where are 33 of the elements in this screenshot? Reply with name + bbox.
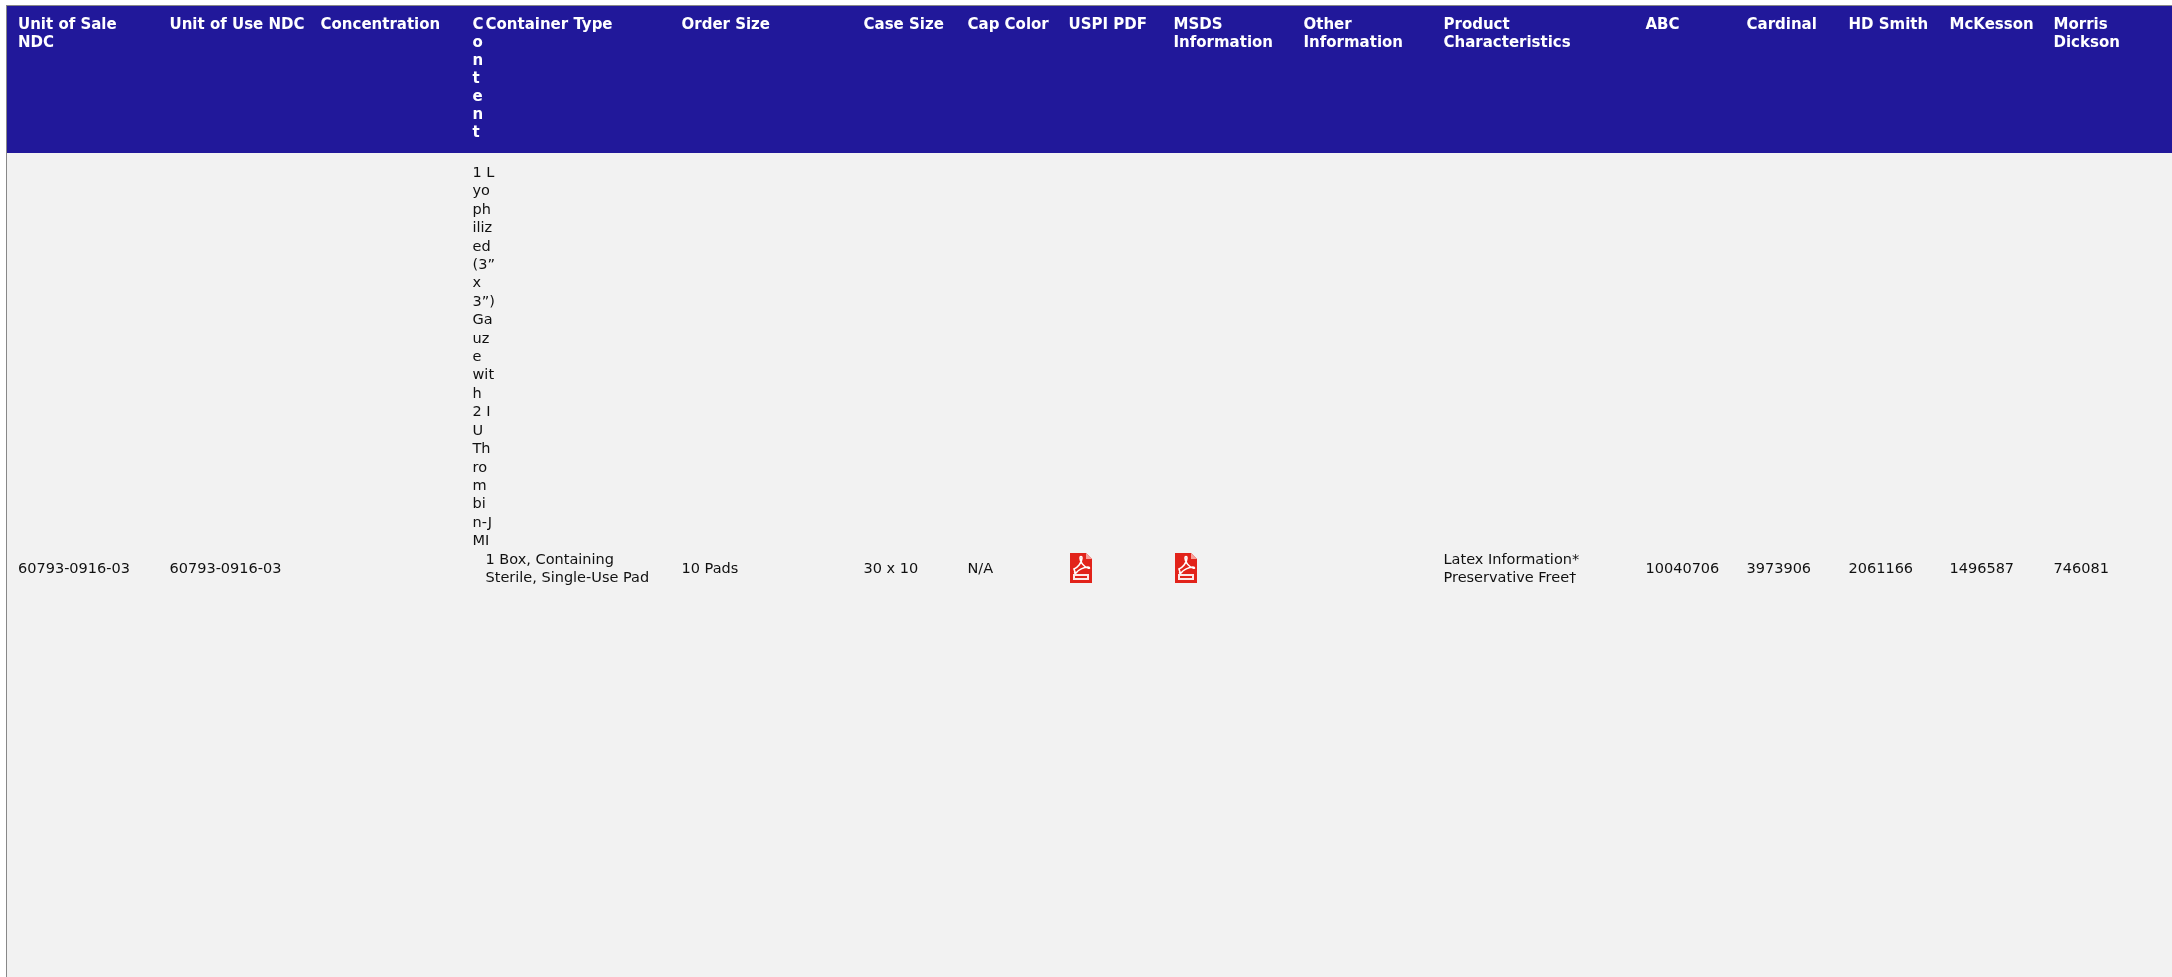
table-cell-text: 10040706 [1645,559,1720,576]
pdf-file-icon[interactable] [1068,552,1093,584]
column-header: MSDS Information [1173,15,1274,52]
pdf-file-icon[interactable] [1173,552,1198,584]
column-header: Morris Dickson [2053,15,2120,52]
column-header: Cap Color [967,15,1049,33]
table-cell-text: 1 Lyophilized (3” x 3”) Gauze with 2 IU Thrombin-JMI [472,163,495,550]
table-cell-text: 1 Box, Containing Sterile, Single-Use Pad [485,550,650,585]
table-cell-text: 60793-0916-03 [169,559,282,576]
column-header: Content [472,15,484,141]
column-header: Product Characteristics [1443,15,1571,52]
column-header: Cardinal [1746,15,1817,33]
column-header: Case Size [863,15,944,33]
table-cell-text: Latex Information* [1443,549,1581,568]
column-header: Concentration [320,15,441,33]
table-cell-text: N/A [967,559,994,576]
table-cell-text: 60793-0916-03 [18,559,130,576]
column-header: ABC [1645,15,1680,33]
column-header: McKesson [1949,15,2034,33]
table-cell-text: 3973906 [1746,559,1812,576]
column-header: Other Information [1303,15,1404,52]
column-header: Container Type [485,15,613,33]
table-cell-text: 10 Pads [681,559,739,576]
column-header: Order Size [681,15,771,33]
table-cell-text: 1496587 [1949,559,2015,576]
table-cell-text: 2061166 [1848,559,1914,576]
column-header: USPI PDF [1068,15,1147,33]
table-cell-text: Preservative Free† [1443,568,1578,587]
table-cell-text: 746081 [2053,559,2109,576]
column-header: Unit of Sale NDC [18,15,117,52]
table-cell-text: 30 x 10 [863,559,919,576]
column-header: HD Smith [1848,15,1929,33]
column-header: Unit of Use NDC [169,15,305,33]
